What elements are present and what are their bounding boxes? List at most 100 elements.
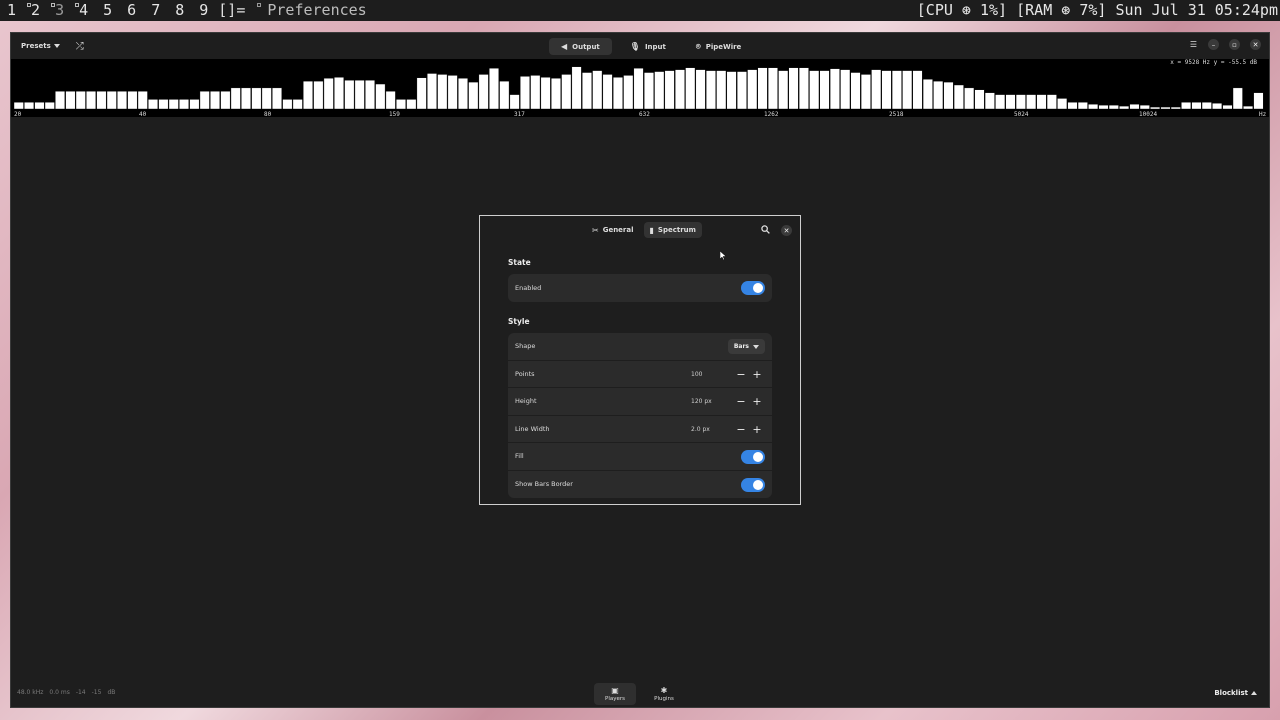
workspace-tag-5[interactable]: 5 [96,0,120,21]
shape-dropdown[interactable]: Bars [727,339,765,354]
frequency-tick-label: 317 [514,111,525,117]
frequency-tick-label: 632 [639,111,650,117]
chevron-down-icon [753,344,759,349]
tab-plugins[interactable]: ✱ Plugins [643,683,685,705]
spectrum-bar [757,67,768,110]
spectrum-bar [726,71,737,110]
shape-row: Shape Bars [508,333,772,361]
presets-menu-button[interactable]: Presets [21,42,60,50]
points-input[interactable]: 100 [688,367,733,382]
shuffle-icon[interactable]: ⤮ [76,41,84,52]
chevron-up-icon [1251,691,1257,695]
level-right: -15 [91,689,102,696]
workspace-tag-1[interactable]: 1 [0,0,24,21]
section-state-title: State [508,258,531,267]
spectrum-bar [375,83,386,110]
tab-input[interactable]: 🎙 Input [618,38,678,55]
spectrum-bar [1160,106,1171,110]
workspace-tag-6[interactable]: 6 [120,0,144,21]
tab-players[interactable]: ▣ Players [594,683,636,705]
spectrum-bar [705,70,716,110]
spectrum-bar [230,87,241,110]
spectrum-bar [313,80,324,110]
preferences-dialog: ✂ General ▮ Spectrum ✕ State Enabled Sty… [479,215,801,505]
height-decrement-button[interactable]: − [733,394,749,409]
frequency-tick-label: Hz [1259,111,1267,117]
show-bars-border-switch[interactable] [741,477,765,492]
spectrum-analyzer[interactable]: 20 40 80 159 317 632 1262 2518 5024 10024 Hz x = 9… [11,59,1269,117]
spectrum-bar [354,80,365,110]
header-bar: Presets ⤮ ◀ Output 🎙 Input ⌾ PipeWire ☰ … [11,33,1269,59]
style-card: Shape Bars Points 100 − + Height 120 px … [508,333,772,498]
workspace-tag-4[interactable]: 4 [72,0,96,21]
spectrum-bar [974,89,985,110]
spectrum-bar [468,81,479,110]
enabled-switch[interactable] [741,281,765,295]
frequency-tick-label: 159 [389,111,400,117]
spectrum-bar [530,75,541,110]
spectrum-bar [964,87,975,110]
spectrum-bar [571,66,582,110]
spectrum-bar [179,99,190,110]
spectrum-bar [809,70,820,110]
spectrum-bar [891,70,902,110]
tools-icon: ✂ [592,225,599,235]
frequency-tick-label: 20 [14,111,22,117]
points-increment-button[interactable]: + [749,367,765,382]
spectrum-bar [406,99,417,110]
dialog-close-button[interactable]: ✕ [781,225,792,236]
spectrum-bar [995,94,1006,110]
spectrum-bar [912,70,923,110]
layout-symbol[interactable]: []= [216,0,253,21]
shape-label: Shape [515,342,536,351]
line-width-input[interactable]: 2.0 px [688,422,733,437]
window-title-text: Preferences [267,1,367,19]
tab-output-label: Output [572,42,600,51]
search-icon[interactable] [761,225,770,237]
workspace-tag-9[interactable]: 9 [192,0,216,21]
points-decrement-button[interactable]: − [733,367,749,382]
spectrum-bar [860,74,871,110]
blocklist-button[interactable]: Blocklist [1214,689,1257,697]
spectrum-bar [1150,106,1161,110]
spectrum-bar [881,70,892,110]
spectrum-bar [643,72,654,110]
close-button[interactable]: ✕ [1250,39,1261,50]
height-spinbutton: 120 px − + [688,394,765,409]
height-input[interactable]: 120 px [688,394,733,409]
frequency-tick-label: 10024 [1139,111,1157,117]
spectrum-bar [654,71,665,110]
tab-spectrum[interactable]: ▮ Spectrum [643,222,702,238]
height-increment-button[interactable]: + [749,394,765,409]
tab-general[interactable]: ✂ General [586,222,640,238]
pipewire-icon: ⌾ [695,41,701,51]
frequency-tick-label: 2518 [889,111,904,117]
workspace-tag-2[interactable]: 2 [24,0,48,21]
spectrum-plot: 20 40 80 159 317 632 1262 2518 5024 10024 Hz [13,66,1267,117]
frequency-tick-label: 80 [264,111,272,117]
line-width-increment-button[interactable]: + [749,422,765,437]
spectrum-bar [458,78,468,110]
spectrum-bar [148,99,159,110]
spectrum-bar [685,67,696,110]
tab-output[interactable]: ◀ Output [549,38,612,55]
plugin-icon: ✱ [660,686,668,695]
fill-switch[interactable] [741,450,765,464]
tab-pipewire[interactable]: ⌾ PipeWire [684,38,753,55]
maximize-button[interactable]: ▫ [1229,39,1240,50]
spectrum-bar [478,74,489,110]
presets-label: Presets [21,42,51,50]
hamburger-menu-icon[interactable]: ☰ [1189,40,1198,49]
minimize-button[interactable]: – [1208,39,1219,50]
workspace-tag-8[interactable]: 8 [168,0,192,21]
spectrum-bar [365,80,375,110]
line-width-decrement-button[interactable]: − [733,422,749,437]
workspace-tag-7[interactable]: 7 [144,0,168,21]
spectrum-bar [1201,102,1212,110]
spectrum-bar [241,87,252,110]
workspace-tag-3[interactable]: 3 [48,0,72,21]
spectrum-bar [447,75,458,110]
spectrum-bar [850,72,861,110]
state-card: Enabled [508,274,772,302]
spectrum-bar [933,80,944,110]
